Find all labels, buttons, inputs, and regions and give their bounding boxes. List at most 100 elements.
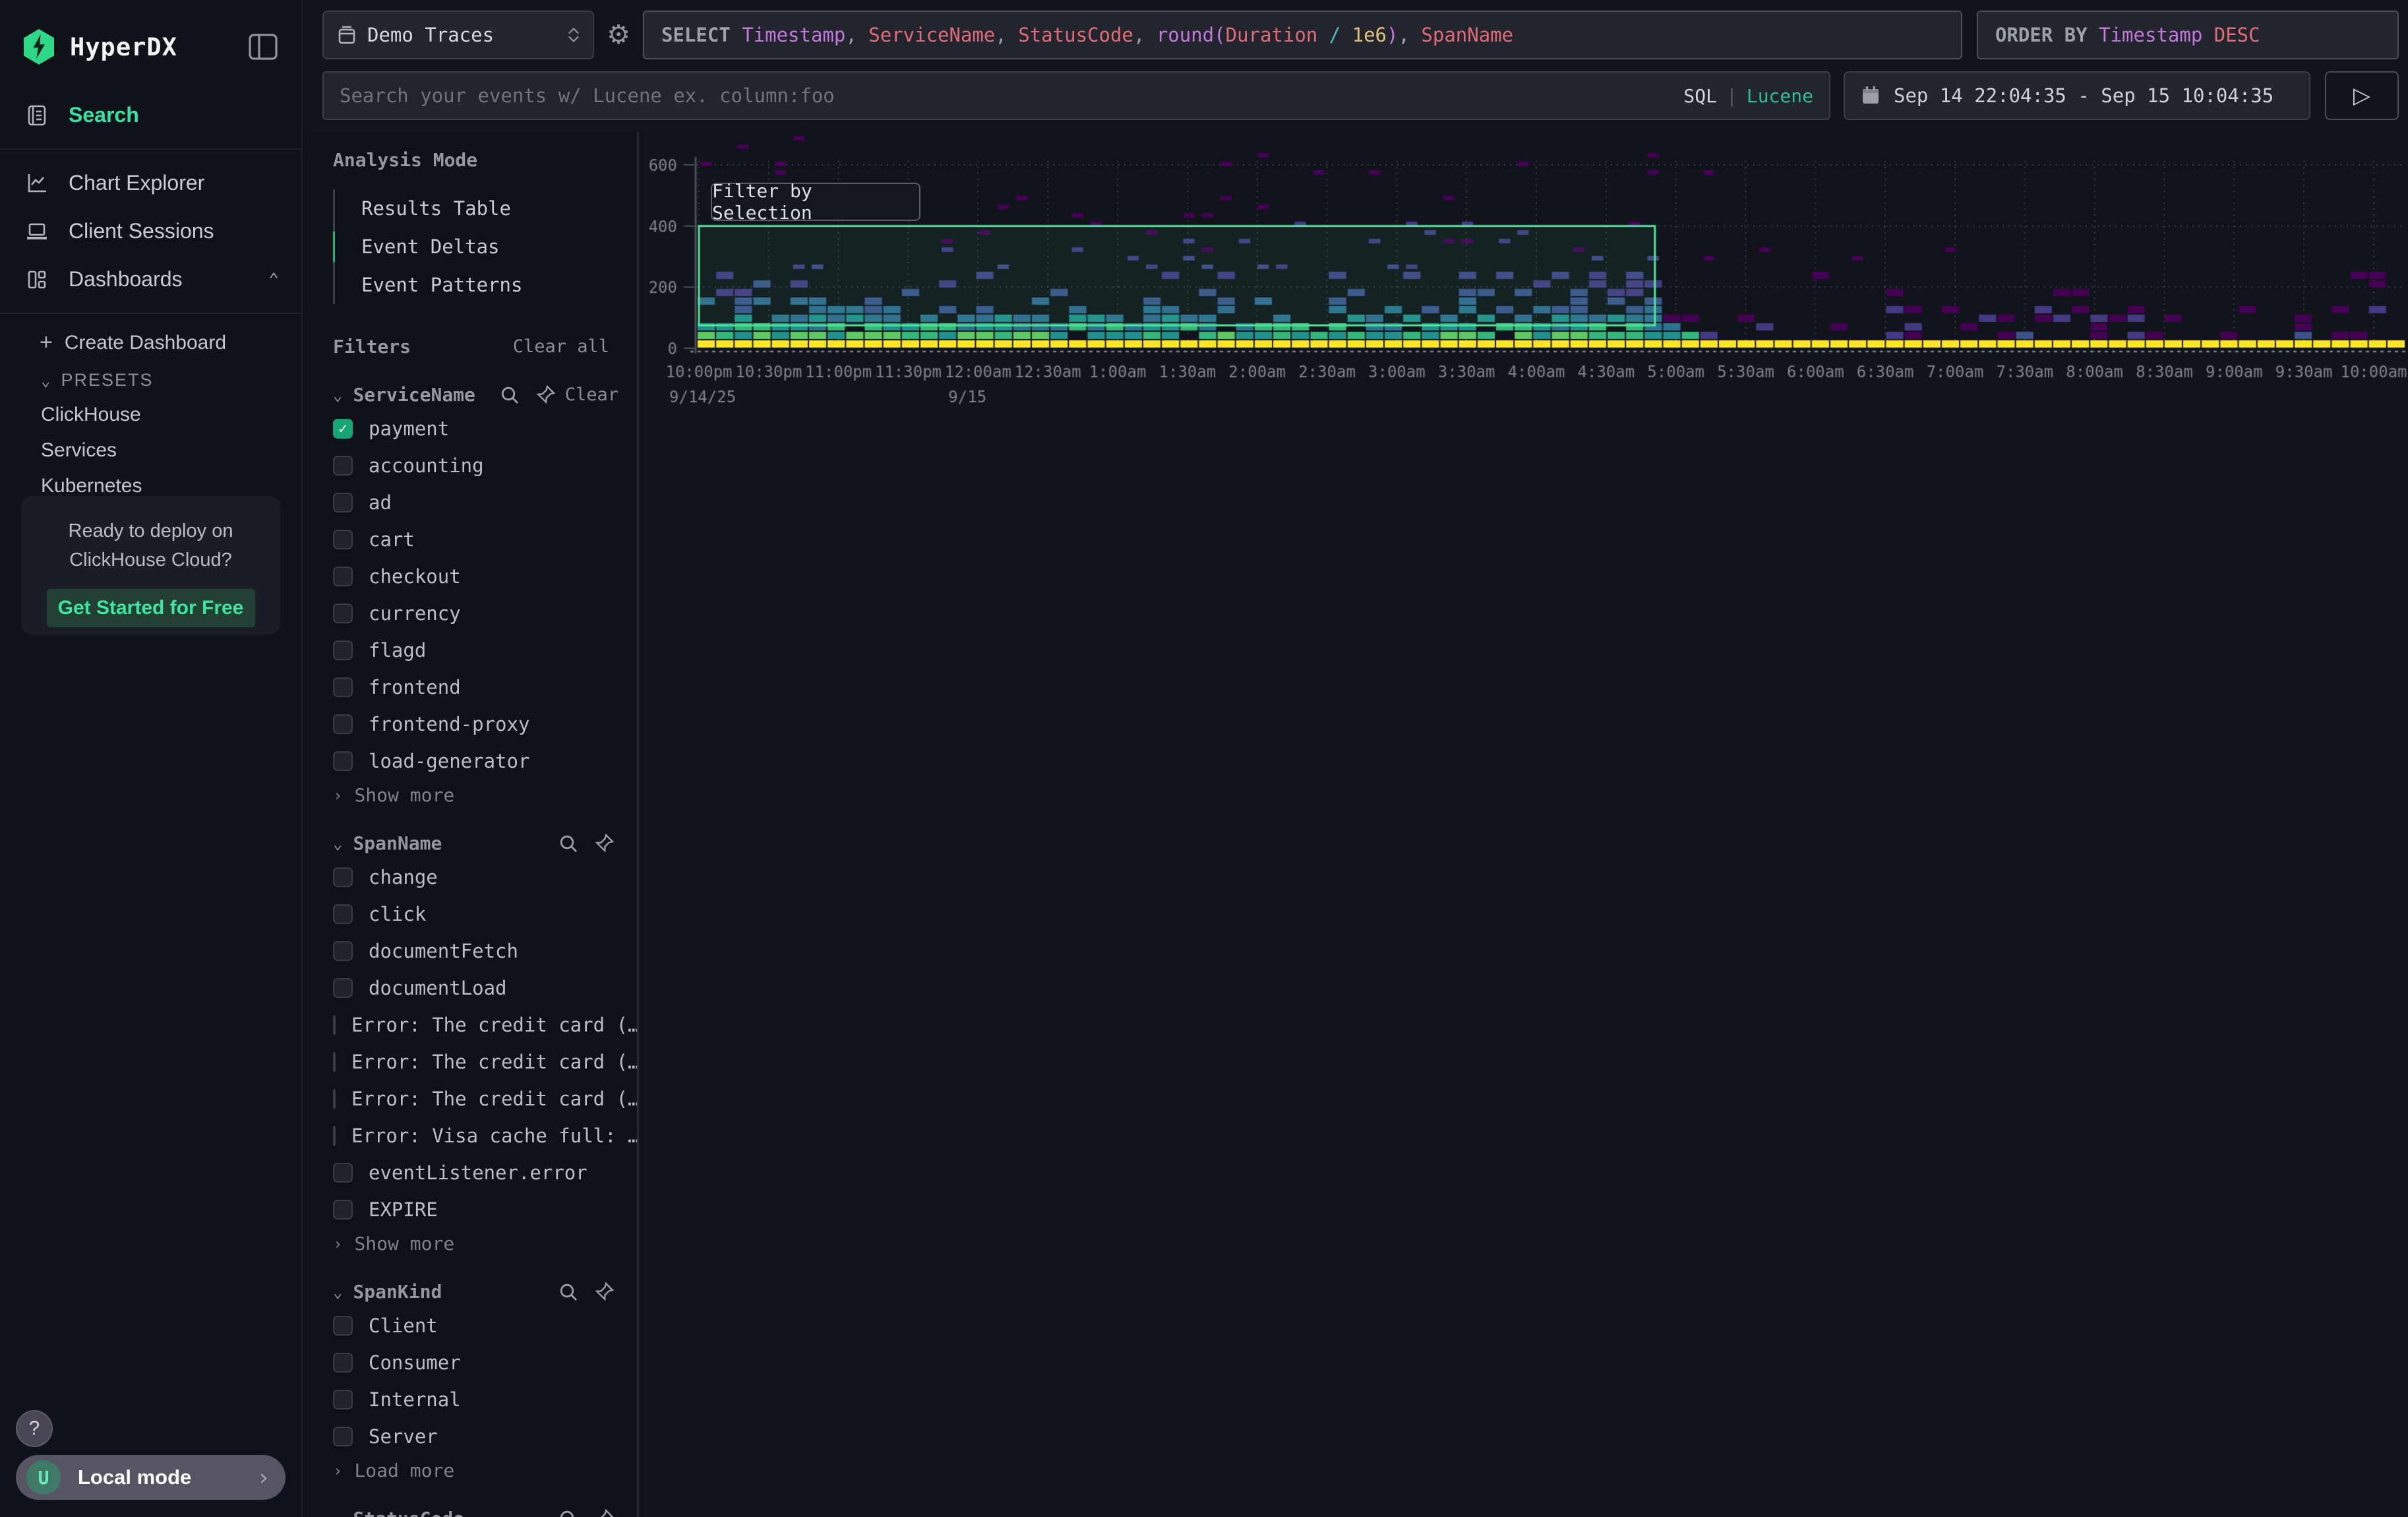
filter-group-name[interactable]: SpanKind <box>353 1281 442 1303</box>
chevron-down-icon[interactable]: ⌄ <box>333 386 342 404</box>
time-range-picker[interactable]: Sep 14 22:04:35 - Sep 15 10:04:35 <box>1844 71 2310 120</box>
filter-option-cart[interactable]: cart <box>333 526 624 553</box>
filter-option-documentload[interactable]: documentLoad <box>333 974 624 1002</box>
sidebar-item-label: Chart Explorer <box>69 171 204 195</box>
data-source-select[interactable]: Demo Traces <box>322 11 594 59</box>
sidebar-item-label: Search <box>69 103 139 127</box>
search-icon[interactable] <box>558 833 579 854</box>
filter-option-change[interactable]: change <box>333 863 624 891</box>
filter-option-expire[interactable]: EXPIRE <box>333 1196 624 1223</box>
filter-option-server[interactable]: Server <box>333 1423 624 1450</box>
sidebar-item-client-sessions[interactable]: Client Sessions <box>0 207 301 255</box>
filter-option-currency[interactable]: currency <box>333 600 624 627</box>
filter-option-flagd[interactable]: flagd <box>333 636 624 664</box>
mode-lucene[interactable]: Lucene <box>1747 85 1813 107</box>
checkbox[interactable] <box>333 493 353 512</box>
filter-option-accounting[interactable]: accounting <box>333 452 624 480</box>
preset-dashboard-clickhouse[interactable]: ClickHouse <box>0 397 301 433</box>
clear-filter[interactable]: Clear <box>565 385 618 405</box>
checkbox[interactable] <box>333 1052 336 1072</box>
chevron-down-icon[interactable]: ⌄ <box>333 1283 342 1301</box>
filter-option-eventlistener-error[interactable]: eventListener.error <box>333 1159 624 1187</box>
filter-option-label: change <box>369 866 438 888</box>
filter-option-consumer[interactable]: Consumer <box>333 1349 624 1377</box>
checkbox-checked[interactable]: ✓ <box>333 419 353 439</box>
event-search-box: SQL | Lucene <box>322 71 1830 120</box>
filter-option-client[interactable]: Client <box>333 1312 624 1340</box>
checkbox[interactable] <box>333 904 353 924</box>
chevron-down-icon[interactable]: ⌄ <box>333 1510 342 1517</box>
analysis-mode-event-deltas[interactable]: Event Deltas <box>335 228 624 266</box>
pin-icon[interactable] <box>593 1282 615 1303</box>
checkbox[interactable] <box>333 456 353 476</box>
checkbox[interactable] <box>333 604 353 623</box>
checkbox[interactable] <box>333 1089 336 1109</box>
checkbox[interactable] <box>333 714 353 734</box>
preset-dashboard-services[interactable]: Services <box>0 433 301 468</box>
traces-duration-heatmap[interactable] <box>639 132 2408 442</box>
search-icon[interactable] <box>558 1282 579 1303</box>
checkbox[interactable] <box>333 640 353 660</box>
checkbox[interactable] <box>333 1316 353 1336</box>
filter-group-name[interactable]: SpanName <box>353 832 442 854</box>
show-more-link[interactable]: ›Show more <box>333 1233 624 1254</box>
checkbox[interactable] <box>333 1015 336 1035</box>
sidebar-item-chart-explorer[interactable]: Chart Explorer <box>0 159 301 207</box>
checkbox[interactable] <box>333 677 353 697</box>
filter-option-error-the-credit-card[interactable]: Error: The credit card (… <box>333 1048 624 1076</box>
checkbox[interactable] <box>333 1126 336 1146</box>
show-more-link[interactable]: ›Show more <box>333 784 624 806</box>
presets-toggle[interactable]: ⌄PRESETS <box>0 362 301 397</box>
filter-option-checkout[interactable]: checkout <box>333 563 624 590</box>
checkbox[interactable] <box>333 530 353 549</box>
filter-option-ad[interactable]: ad <box>333 489 624 516</box>
select-clause-input[interactable]: SELECT Timestamp, ServiceName, StatusCod… <box>643 11 1962 59</box>
chart-line-icon <box>22 171 51 195</box>
filter-option-load-generator[interactable]: load-generator <box>333 747 624 775</box>
user-menu[interactable]: U Local mode › <box>16 1455 286 1500</box>
source-settings-gear-icon[interactable]: ⚙ <box>594 20 643 50</box>
clear-all-filters[interactable]: Clear all <box>513 336 609 357</box>
checkbox[interactable] <box>333 751 353 771</box>
sidebar-item-dashboards[interactable]: Dashboards⌃ <box>0 255 301 303</box>
chevron-down-icon[interactable]: ⌄ <box>333 834 342 853</box>
checkbox[interactable] <box>333 1200 353 1220</box>
order-by-input[interactable]: ORDER BY Timestamp DESC <box>1977 11 2399 59</box>
filter-option-documentfetch[interactable]: documentFetch <box>333 937 624 965</box>
checkbox[interactable] <box>333 1163 353 1183</box>
help-button[interactable]: ? <box>16 1410 53 1447</box>
mode-sql[interactable]: SQL <box>1683 85 1717 107</box>
analysis-mode-results-table[interactable]: Results Table <box>335 189 624 228</box>
sidebar-collapse-icon[interactable] <box>249 34 278 60</box>
filter-group-name[interactable]: StatusCode <box>353 1508 464 1517</box>
checkbox[interactable] <box>333 978 353 998</box>
filter-by-selection-tooltip[interactable]: Filter by Selection <box>711 183 920 221</box>
filter-option-frontend-proxy[interactable]: frontend-proxy <box>333 710 624 738</box>
pin-icon[interactable] <box>593 833 615 854</box>
analysis-mode-event-patterns[interactable]: Event Patterns <box>335 266 624 304</box>
checkbox[interactable] <box>333 1353 353 1373</box>
checkbox[interactable] <box>333 941 353 961</box>
sidebar-item-search[interactable]: Search <box>0 91 301 139</box>
load-more-link[interactable]: ›Load more <box>333 1460 624 1481</box>
checkbox[interactable] <box>333 1427 353 1446</box>
checkbox[interactable] <box>333 867 353 887</box>
search-input[interactable] <box>340 84 1683 107</box>
search-icon[interactable] <box>499 385 520 406</box>
search-icon[interactable] <box>558 1508 579 1517</box>
filter-option-click[interactable]: click <box>333 900 624 928</box>
filter-option-error-the-credit-card[interactable]: Error: The credit card (… <box>333 1085 624 1113</box>
run-query-button[interactable]: ▷ <box>2325 71 2399 120</box>
filter-option-error-the-credit-card[interactable]: Error: The credit card (… <box>333 1011 624 1039</box>
create-dashboard-button[interactable]: +Create Dashboard <box>0 323 301 362</box>
pin-icon[interactable] <box>593 1508 615 1517</box>
checkbox[interactable] <box>333 567 353 586</box>
checkbox[interactable] <box>333 1390 353 1409</box>
pin-icon[interactable] <box>535 385 556 406</box>
get-started-button[interactable]: Get Started for Free <box>47 589 255 627</box>
filter-option-error-visa-cache-full[interactable]: Error: Visa cache full: … <box>333 1122 624 1150</box>
filter-option-internal[interactable]: Internal <box>333 1386 624 1413</box>
filter-group-name[interactable]: ServiceName <box>353 384 475 406</box>
filter-option-payment[interactable]: ✓payment <box>333 415 624 443</box>
filter-option-frontend[interactable]: frontend <box>333 673 624 701</box>
